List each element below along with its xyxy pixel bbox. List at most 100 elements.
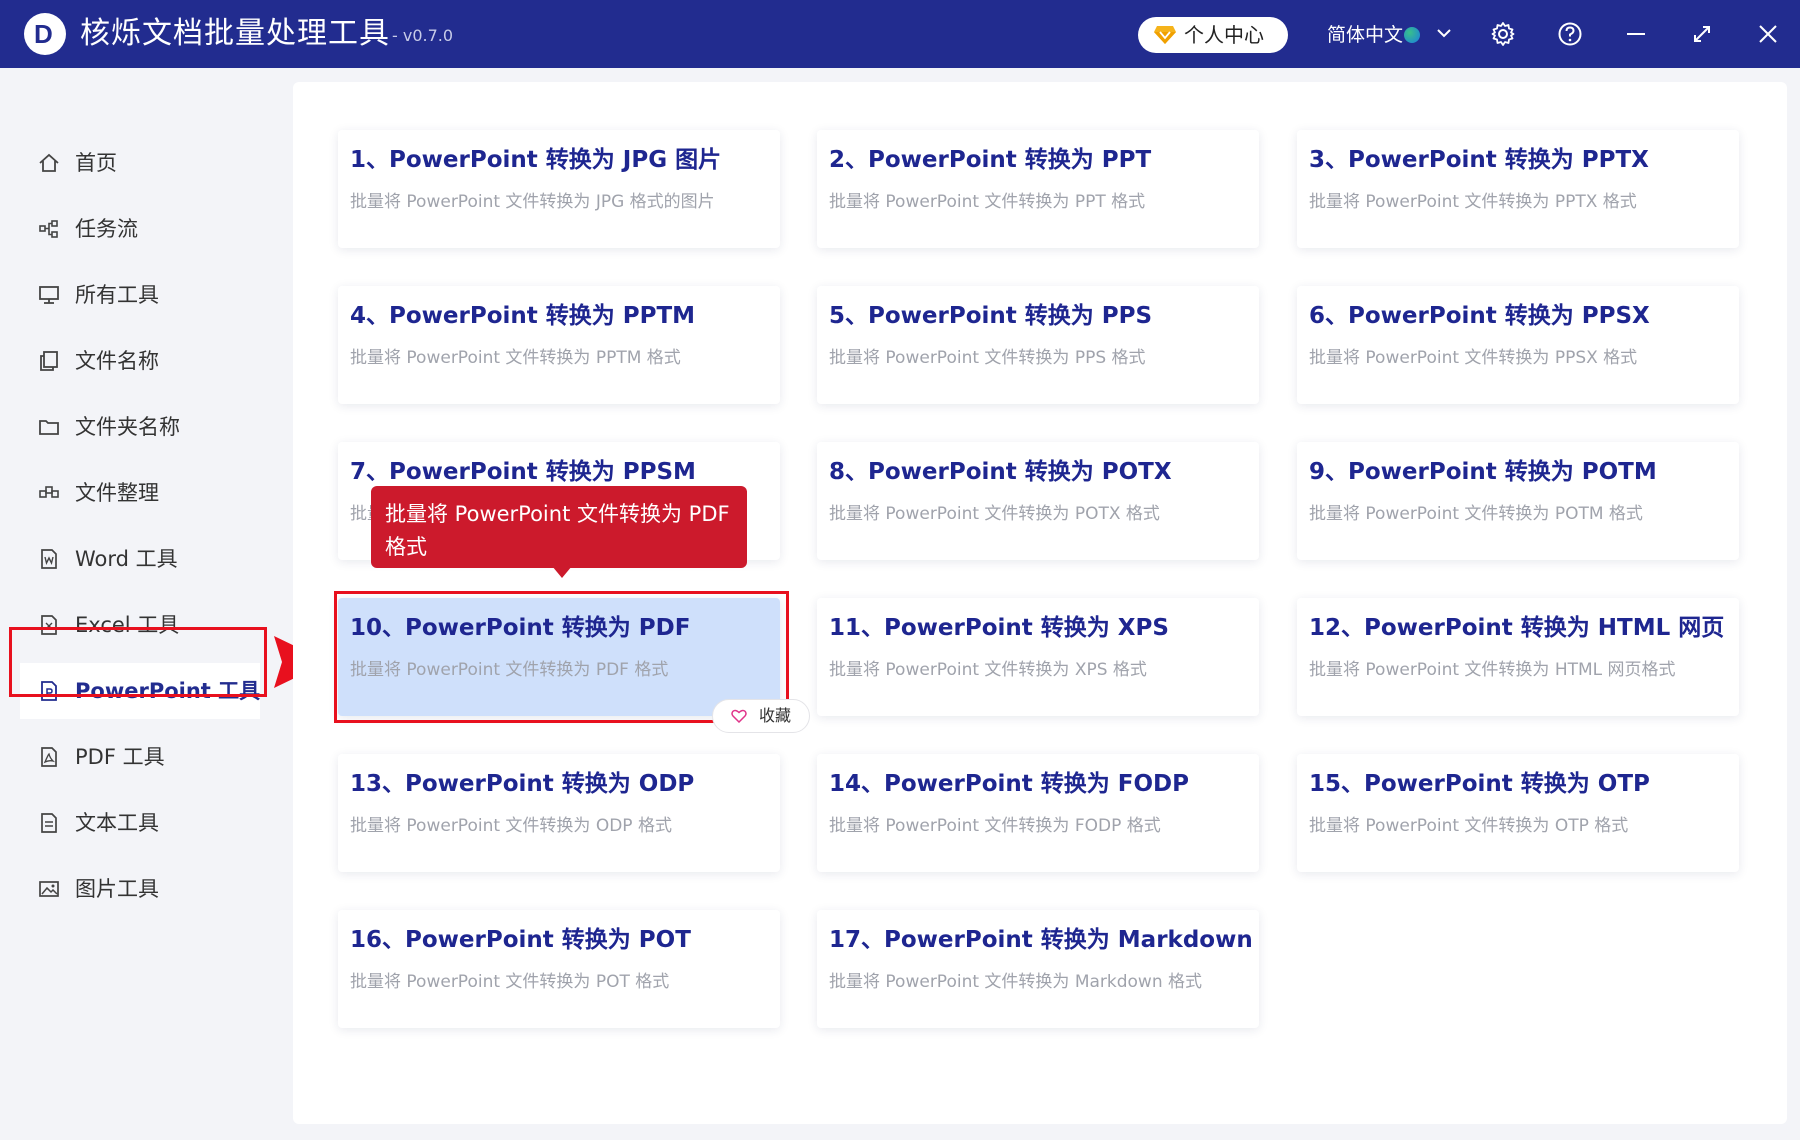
tool-card-desc: 批量将 PowerPoint 文件转换为 POT 格式: [350, 972, 670, 992]
tool-card-desc: 批量将 PowerPoint 文件转换为 PPTX 格式: [1309, 192, 1637, 212]
sidebar-item-label: 文件名称: [75, 349, 159, 373]
globe-icon: [1404, 27, 1420, 43]
sidebar-item-label: 文本工具: [75, 811, 159, 835]
word-file-icon: [41, 549, 57, 569]
tool-card-title: 5、PowerPoint 转换为 PPS: [829, 303, 1153, 329]
tool-card-ppt-to-pptm[interactable]: 4、PowerPoint 转换为 PPTM 批量将 PowerPoint 文件转…: [338, 286, 780, 404]
tool-card-title: 14、PowerPoint 转换为 FODP: [829, 771, 1189, 797]
image-icon: [39, 881, 59, 897]
tool-card-desc: 批量将 PowerPoint 文件转换为 PPTM 格式: [350, 348, 681, 368]
tool-card-ppt-to-odp[interactable]: 13、PowerPoint 转换为 ODP 批量将 PowerPoint 文件转…: [338, 754, 780, 872]
tool-card-title: 16、PowerPoint 转换为 POT: [350, 927, 691, 953]
tool-card-ppt-to-potm[interactable]: 9、PowerPoint 转换为 POTM 批量将 PowerPoint 文件转…: [1297, 442, 1739, 560]
settings-icon[interactable]: [1490, 21, 1516, 47]
favorite-label: 收藏: [759, 706, 792, 725]
sidebar-item-home[interactable]: 首页: [20, 135, 260, 191]
tool-card-ppt-to-otp[interactable]: 15、PowerPoint 转换为 OTP 批量将 PowerPoint 文件转…: [1297, 754, 1739, 872]
tool-card-desc: 批量将 PowerPoint 文件转换为 HTML 网页格式: [1309, 660, 1676, 680]
sidebar-item-workflow[interactable]: 任务流: [20, 201, 260, 257]
personal-center-button[interactable]: 个人中心: [1138, 17, 1288, 53]
heart-icon: [731, 709, 747, 723]
chevron-down-icon[interactable]: [1435, 24, 1453, 42]
tool-card-title: 12、PowerPoint 转换为 HTML 网页: [1309, 615, 1725, 641]
sidebar: 首页 任务流 所有工具 文件名称 文件夹名称 文件整理 Word 工具 Exce…: [0, 68, 262, 1140]
sidebar-item-label: 首页: [75, 151, 117, 175]
tooltip-line: 格式: [385, 535, 427, 559]
sidebar-item-image-tools[interactable]: 图片工具: [20, 861, 260, 917]
tool-card-title: 2、PowerPoint 转换为 PPT: [829, 147, 1152, 173]
tool-card-title: 3、PowerPoint 转换为 PPTX: [1309, 147, 1649, 173]
tool-card-ppt-to-html[interactable]: 12、PowerPoint 转换为 HTML 网页 批量将 PowerPoint…: [1297, 598, 1739, 716]
minimize-icon[interactable]: [1623, 21, 1649, 47]
maximize-icon[interactable]: [1689, 21, 1715, 47]
folder-icon: [39, 420, 59, 435]
tool-card-ppt-to-fodp[interactable]: 14、PowerPoint 转换为 FODP 批量将 PowerPoint 文件…: [817, 754, 1259, 872]
tool-card-ppt-to-pot[interactable]: 16、PowerPoint 转换为 POT 批量将 PowerPoint 文件转…: [338, 910, 780, 1028]
tool-card-desc: 批量将 PowerPoint 文件转换为 ODP 格式: [350, 816, 672, 836]
tool-card-ppt-to-markdown[interactable]: 17、PowerPoint 转换为 Markdown 批量将 PowerPoin…: [817, 910, 1259, 1028]
favorite-button[interactable]: 收藏: [712, 699, 810, 733]
file-copy-icon: [40, 351, 58, 371]
app-logo-letter: D: [34, 19, 53, 49]
title-bar: D 核烁文档批量处理工具 - v0.7.0 个人中心 简体中文: [0, 0, 1800, 68]
sidebar-item-label: 文件夹名称: [75, 415, 180, 439]
language-selector[interactable]: 简体中文: [1327, 20, 1403, 50]
tool-card-title: 7、PowerPoint 转换为 PPSM: [350, 459, 696, 485]
home-icon: [39, 153, 59, 172]
sidebar-item-file-organize[interactable]: 文件整理: [20, 465, 260, 521]
tool-card-title: 6、PowerPoint 转换为 PPSX: [1309, 303, 1650, 329]
tooltip: 批量将 PowerPoint 文件转换为 PDF 格式: [371, 486, 747, 568]
tool-card-title: 1、PowerPoint 转换为 JPG 图片: [350, 147, 722, 173]
sidebar-item-label: 任务流: [75, 217, 138, 241]
tool-card-desc: 批量将 PowerPoint 文件转换为 POTM 格式: [1309, 504, 1643, 524]
tool-card-title: 9、PowerPoint 转换为 POTM: [1309, 459, 1657, 485]
sidebar-item-label: Word 工具: [75, 547, 178, 571]
app-logo: D: [24, 13, 66, 55]
tool-card-ppt-to-xps[interactable]: 11、PowerPoint 转换为 XPS 批量将 PowerPoint 文件转…: [817, 598, 1259, 716]
sidebar-item-label: 图片工具: [75, 877, 159, 901]
tool-card-desc: 批量将 PowerPoint 文件转换为 Markdown 格式: [829, 972, 1203, 992]
app-version: - v0.7.0: [392, 26, 454, 45]
tool-card-ppt-to-ppt[interactable]: 2、PowerPoint 转换为 PPT 批量将 PowerPoint 文件转换…: [817, 130, 1259, 248]
tool-card-desc: 批量将 PowerPoint 文件转换为 XPS 格式: [829, 660, 1147, 680]
tooltip-tail: [552, 566, 572, 578]
organize-icon: [39, 486, 59, 498]
tool-card-ppt-to-jpg[interactable]: 1、PowerPoint 转换为 JPG 图片 批量将 PowerPoint 文…: [338, 130, 780, 248]
workflow-icon: [39, 220, 58, 238]
tool-card-title: 17、PowerPoint 转换为 Markdown: [829, 927, 1253, 953]
tool-card-ppt-to-ppsx[interactable]: 6、PowerPoint 转换为 PPSX 批量将 PowerPoint 文件转…: [1297, 286, 1739, 404]
tool-card-desc: 批量将 PowerPoint 文件转换为 PPT 格式: [829, 192, 1146, 212]
sidebar-item-label: 文件整理: [75, 481, 159, 505]
tool-card-desc: 批量将 PowerPoint 文件转换为 PPSX 格式: [1309, 348, 1638, 368]
tool-card-desc: 批量将 PowerPoint 文件转换为 OTP 格式: [1309, 816, 1629, 836]
text-file-icon: [41, 813, 57, 833]
sidebar-item-all-tools[interactable]: 所有工具: [20, 267, 260, 323]
pdf-file-icon: [41, 747, 57, 767]
tool-card-title: 15、PowerPoint 转换为 OTP: [1309, 771, 1650, 797]
tool-card-desc: 批量将 PowerPoint 文件转换为 POTX 格式: [829, 504, 1160, 524]
sidebar-item-label: 所有工具: [75, 283, 159, 307]
tool-card-desc: 批量将 PowerPoint 文件转换为 FODP 格式: [829, 816, 1161, 836]
app-title: 核烁文档批量处理工具: [80, 16, 390, 51]
sidebar-item-pdf-tools[interactable]: PDF 工具: [20, 729, 260, 785]
close-icon[interactable]: [1755, 21, 1781, 47]
tooltip-line: 批量将 PowerPoint 文件转换为 PDF: [385, 502, 730, 526]
sidebar-item-folder-name[interactable]: 文件夹名称: [20, 399, 260, 455]
tool-card-title: 11、PowerPoint 转换为 XPS: [829, 615, 1169, 641]
tool-card-title: 13、PowerPoint 转换为 ODP: [350, 771, 695, 797]
tool-card-desc: 批量将 PowerPoint 文件转换为 JPG 格式的图片: [350, 192, 715, 212]
sidebar-highlight-box: [9, 627, 267, 697]
sidebar-item-label: PDF 工具: [75, 745, 165, 769]
tool-card-ppt-to-pps[interactable]: 5、PowerPoint 转换为 PPS 批量将 PowerPoint 文件转换…: [817, 286, 1259, 404]
help-icon[interactable]: [1557, 21, 1583, 47]
sidebar-item-word-tools[interactable]: Word 工具: [20, 531, 260, 587]
tool-card-ppt-to-pptx[interactable]: 3、PowerPoint 转换为 PPTX 批量将 PowerPoint 文件转…: [1297, 130, 1739, 248]
tool-card-ppt-to-potx[interactable]: 8、PowerPoint 转换为 POTX 批量将 PowerPoint 文件转…: [817, 442, 1259, 560]
monitor-icon: [39, 286, 59, 304]
diamond-icon: [1154, 26, 1176, 44]
tool-card-title: 8、PowerPoint 转换为 POTX: [829, 459, 1172, 485]
sidebar-item-text-tools[interactable]: 文本工具: [20, 795, 260, 851]
sidebar-item-file-name[interactable]: 文件名称: [20, 333, 260, 389]
tool-card-title: 4、PowerPoint 转换为 PPTM: [350, 303, 696, 329]
personal-center-label: 个人中心: [1184, 23, 1264, 47]
